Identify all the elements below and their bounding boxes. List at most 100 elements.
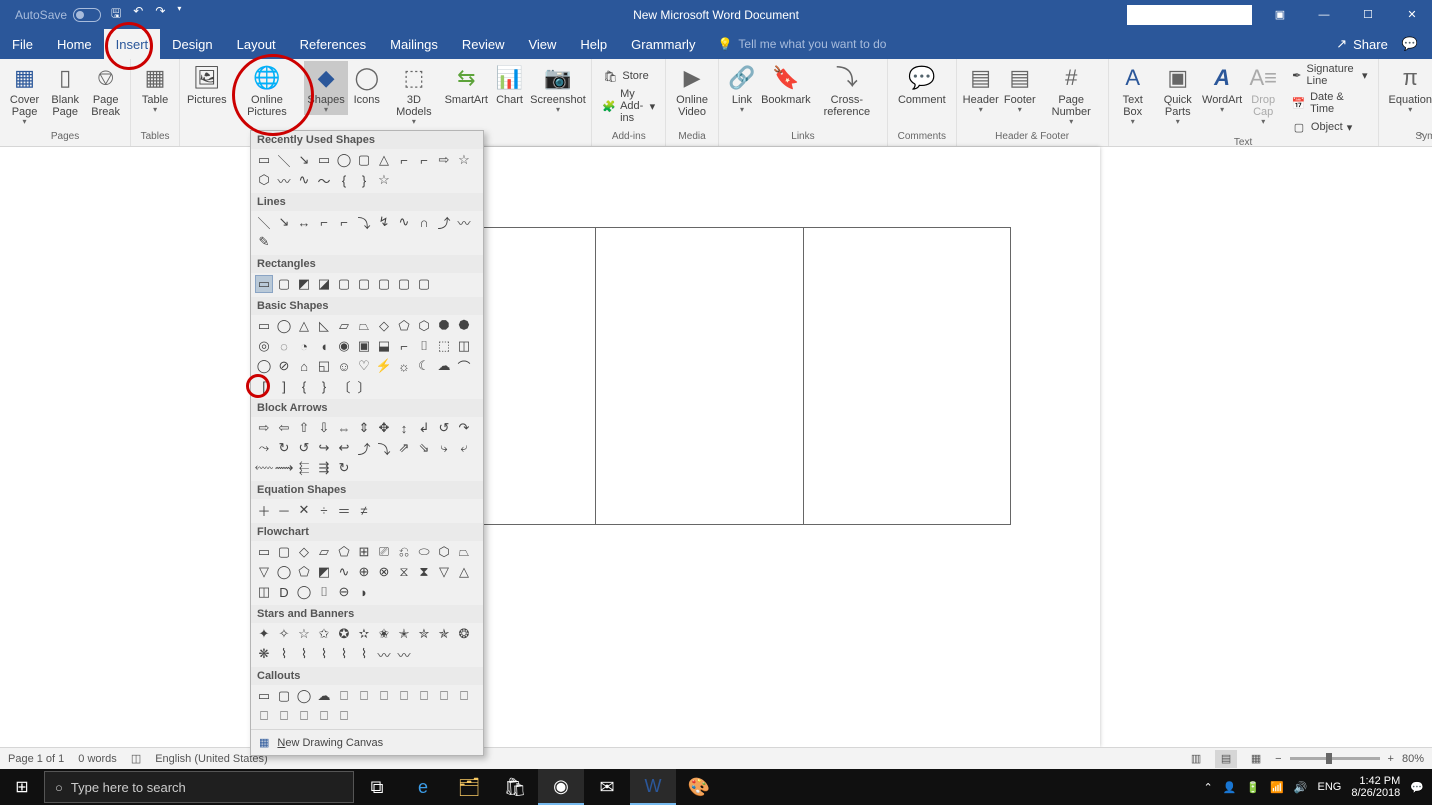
table-button[interactable]: ▦Table▾ (135, 61, 175, 115)
tab-help[interactable]: Help (568, 29, 619, 59)
tab-grammarly[interactable]: Grammarly (619, 29, 707, 59)
tray-wifi-icon[interactable]: 📶 (1270, 781, 1284, 794)
shape-ar-lr[interactable]: ⇔ (335, 419, 353, 437)
cover-page-button[interactable]: ▦Cover Page▾ (4, 61, 45, 127)
shape-ar-d[interactable]: ⇩ (315, 419, 333, 437)
screenshot-button[interactable]: 📷Screenshot▾ (529, 61, 588, 115)
shape-half[interactable]: ⬓ (375, 337, 393, 355)
online-pictures-button[interactable]: 🌐Online Pictures (230, 61, 305, 118)
shape-brace-r[interactable]: } (355, 171, 373, 189)
tell-me-search[interactable]: 💡 Tell me what you want to do (717, 29, 886, 59)
shape-pie[interactable]: ◔ (295, 337, 313, 355)
word-icon[interactable]: W (630, 769, 676, 805)
shape-ar-bent[interactable]: ↲ (415, 419, 433, 437)
shape-ar-ud[interactable]: ⇕ (355, 419, 373, 437)
shape-rect[interactable]: ▭ (315, 151, 333, 169)
shape-fc-mo[interactable]: ▽ (255, 563, 273, 581)
shape-dbl-brkt[interactable]: 〔 (335, 377, 353, 395)
shape-chord[interactable]: ◖ (315, 337, 333, 355)
shape-freeform[interactable]: 〜 (315, 171, 333, 189)
shape-co-5[interactable]: ⎕ (335, 687, 353, 705)
shape-donut[interactable]: ◯ (255, 357, 273, 375)
close-icon[interactable]: ✕ (1392, 0, 1432, 29)
shape-line-2[interactable]: ↘ (275, 213, 293, 231)
shape-ar-c6[interactable]: ⤵ (375, 439, 393, 457)
shape-frame[interactable]: ▣ (355, 337, 373, 355)
shape-fc-disk[interactable]: ⊖ (335, 583, 353, 601)
title-search-box[interactable] (1127, 5, 1252, 25)
shape-dodec[interactable]: ◌ (275, 337, 293, 355)
shape-fc-delay[interactable]: D (275, 583, 293, 601)
bookmark-button[interactable]: 🔖Bookmark (761, 61, 811, 106)
shape-line-7[interactable]: ↯ (375, 213, 393, 231)
shape-ar-curve[interactable]: ↷ (455, 419, 473, 437)
shape-round4[interactable]: ▢ (395, 275, 413, 293)
shape-co-9[interactable]: ⎕ (415, 687, 433, 705)
shape-ar-4[interactable]: ✥ (375, 419, 393, 437)
shape-star5[interactable]: ☆ (375, 171, 393, 189)
shape-oval[interactable]: ◯ (335, 151, 353, 169)
shape-bev[interactable]: ◫ (455, 337, 473, 355)
shape-trap[interactable]: ⏢ (355, 317, 373, 335)
shape-ar-c7[interactable]: ⇗ (395, 439, 413, 457)
wordart-button[interactable]: AWordArt▾ (1203, 61, 1242, 115)
tray-power-icon[interactable]: 🔋 (1246, 781, 1260, 794)
shape-fc-conn[interactable]: ◯ (275, 563, 293, 581)
shape-co-g[interactable]: ⎕ (335, 707, 353, 725)
chart-button[interactable]: 📊Chart (491, 61, 529, 106)
pictures-button[interactable]: 🖼Pictures (184, 61, 229, 106)
shape-no[interactable]: ⊘ (275, 357, 293, 375)
shape-hex2[interactable]: ⬡ (415, 317, 433, 335)
shape-brc-l[interactable]: { (295, 377, 313, 395)
shape-curve[interactable]: ∿ (295, 171, 313, 189)
my-addins-button[interactable]: 🧩My Add-ins ▾ (596, 86, 661, 126)
shape-fc-data[interactable]: ▱ (315, 543, 333, 561)
shape-star-4[interactable]: ✩ (315, 625, 333, 643)
shape-star-3[interactable]: ☆ (295, 625, 313, 643)
collapse-ribbon-icon[interactable]: ⌃ (1417, 131, 1426, 144)
shape-heart[interactable]: ♡ (355, 357, 373, 375)
footer-button[interactable]: ▤Footer▾ (1001, 61, 1039, 115)
shape-star-6[interactable]: ✫ (355, 625, 373, 643)
shape-fc-man[interactable]: ⏢ (455, 543, 473, 561)
shape-rectangle[interactable]: ▭ (255, 275, 273, 293)
shape-line-1[interactable]: ＼ (255, 213, 273, 231)
shapes-button[interactable]: ◆Shapes▾ (304, 61, 347, 115)
shape-round1[interactable]: ▢ (335, 275, 353, 293)
shape-fc-doc[interactable]: ⎚ (375, 543, 393, 561)
shape-fc-proc[interactable]: ▭ (255, 543, 273, 561)
shape-co-6[interactable]: ⎕ (355, 687, 373, 705)
status-page[interactable]: Page 1 of 1 (8, 753, 64, 765)
web-layout-button[interactable]: ▦ (1245, 750, 1267, 768)
shape-round5[interactable]: ▢ (415, 275, 433, 293)
shape-fc-tape[interactable]: ∿ (335, 563, 353, 581)
shape-fc-prep[interactable]: ⬡ (435, 543, 453, 561)
shape-star-b[interactable]: ❂ (455, 625, 473, 643)
task-view-button[interactable]: ⧉ (354, 769, 400, 805)
tab-view[interactable]: View (516, 29, 568, 59)
shape-cyl[interactable]: ⌷ (415, 337, 433, 355)
shape-fc-coll[interactable]: ⧖ (395, 563, 413, 581)
comments-pane-icon[interactable]: 💬 (1402, 36, 1418, 52)
mail-icon[interactable]: ✉ (584, 769, 630, 805)
shape-line-5[interactable]: ⌐ (335, 213, 353, 231)
paint-icon[interactable]: 🎨 (676, 769, 722, 805)
shape-hex[interactable]: ⬡ (255, 171, 273, 189)
shape-fc-pred[interactable]: ⬠ (335, 543, 353, 561)
shape-fc-ext[interactable]: ▽ (435, 563, 453, 581)
link-button[interactable]: 🔗Link▾ (723, 61, 761, 115)
read-mode-button[interactable]: ▥ (1185, 750, 1207, 768)
shape-rib-3[interactable]: ⌇ (315, 645, 333, 663)
shape-line-11[interactable]: 〰 (455, 213, 473, 231)
shape-txt2[interactable]: ▭ (255, 317, 273, 335)
shape-line-3[interactable]: ↔ (295, 213, 313, 231)
shape-line-9[interactable]: ∩ (415, 213, 433, 231)
shape-ar-cb[interactable]: ⬳ (255, 459, 273, 477)
shape-ar-c1[interactable]: ↻ (275, 439, 293, 457)
maximize-icon[interactable]: ☐ (1348, 0, 1388, 29)
redo-icon[interactable]: ↷ (155, 4, 165, 25)
page-break-button[interactable]: ⎊Page Break (85, 61, 126, 118)
quick-parts-button[interactable]: ▣Quick Parts▾ (1153, 61, 1203, 127)
shape-pent[interactable]: ⬠ (395, 317, 413, 335)
drop-cap-button[interactable]: A≡Drop Cap▾ (1242, 61, 1285, 127)
